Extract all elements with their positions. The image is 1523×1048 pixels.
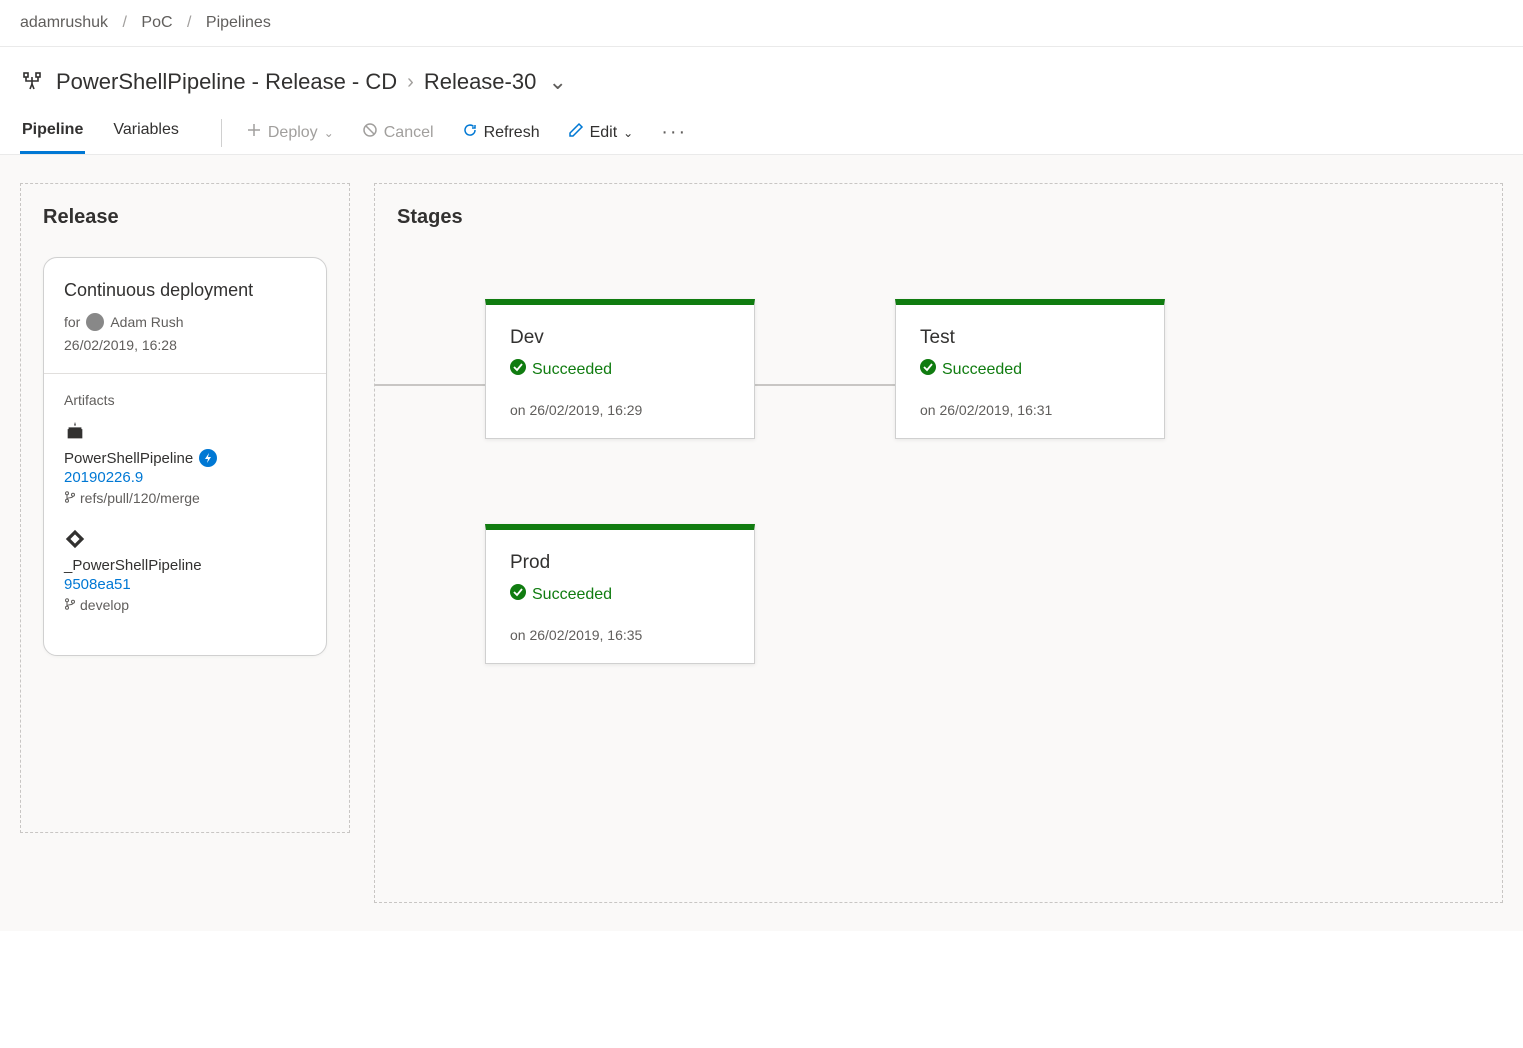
- more-actions-button[interactable]: ···: [651, 115, 697, 150]
- deploy-button[interactable]: Deploy ⌄: [236, 116, 344, 149]
- stage-name: Test: [920, 327, 1140, 349]
- release-creator-name: Adam Rush: [110, 314, 183, 330]
- artifact-name: _PowerShellPipeline: [64, 557, 306, 574]
- artifact-item: _PowerShellPipeline 9508ea51 develop: [64, 528, 306, 613]
- release-created-time: 26/02/2019, 16:28: [64, 337, 306, 353]
- tab-pipeline[interactable]: Pipeline: [20, 111, 85, 154]
- refresh-label: Refresh: [484, 124, 540, 142]
- stage-status: Succeeded: [510, 584, 730, 605]
- edit-icon: [568, 122, 584, 143]
- stage-name: Dev: [510, 327, 730, 349]
- release-panel: Release Continuous deployment for Adam R…: [20, 183, 350, 833]
- release-card[interactable]: Continuous deployment for Adam Rush 26/0…: [43, 257, 327, 656]
- stage-time: on 26/02/2019, 16:31: [920, 402, 1140, 418]
- release-name-dropdown[interactable]: Release-30 ⌄: [424, 69, 567, 95]
- tab-variables[interactable]: Variables: [111, 111, 181, 154]
- stage-card-dev[interactable]: Dev Succeeded on 26/02/2019, 16:29: [485, 299, 755, 439]
- stages-panel: Stages Dev Succeeded on 26/02/2019, 16:2…: [374, 183, 1503, 903]
- avatar: [86, 313, 104, 331]
- artifact-version-link[interactable]: 20190226.9: [64, 469, 306, 486]
- success-icon: [510, 584, 526, 605]
- repo-artifact-icon: [64, 528, 306, 553]
- artifact-version-link[interactable]: 9508ea51: [64, 576, 306, 593]
- edit-label: Edit: [590, 124, 618, 142]
- for-prefix: for: [64, 314, 80, 330]
- stage-status-text: Succeeded: [532, 361, 612, 379]
- cancel-button[interactable]: Cancel: [352, 116, 444, 149]
- artifact-branch: refs/pull/120/merge: [64, 490, 306, 506]
- pipeline-title[interactable]: PowerShellPipeline - Release - CD: [56, 69, 397, 95]
- deploy-label: Deploy: [268, 124, 318, 142]
- lightning-icon: [199, 449, 217, 467]
- build-artifact-icon: [64, 420, 306, 445]
- release-icon: [20, 70, 44, 94]
- title-separator: ›: [407, 71, 414, 94]
- breadcrumb-sep: /: [187, 14, 191, 31]
- artifact-name-text: _PowerShellPipeline: [64, 557, 202, 574]
- stage-name: Prod: [510, 552, 730, 574]
- stage-time: on 26/02/2019, 16:29: [510, 402, 730, 418]
- stages-panel-title: Stages: [397, 206, 1480, 229]
- breadcrumb-item-org[interactable]: adamrushuk: [20, 14, 108, 31]
- edit-button[interactable]: Edit ⌄: [558, 116, 644, 149]
- branch-icon: [64, 597, 76, 613]
- artifact-item: PowerShellPipeline 20190226.9 refs/pull/…: [64, 420, 306, 506]
- stage-status: Succeeded: [510, 359, 730, 380]
- refresh-button[interactable]: Refresh: [452, 116, 550, 149]
- success-icon: [920, 359, 936, 380]
- stage-status-text: Succeeded: [532, 586, 612, 604]
- page-title-row: PowerShellPipeline - Release - CD › Rele…: [0, 47, 1523, 103]
- success-icon: [510, 359, 526, 380]
- breadcrumb-sep: /: [123, 14, 127, 31]
- toolbar-separator: [221, 119, 222, 147]
- breadcrumb-item-project[interactable]: PoC: [141, 14, 172, 31]
- stage-time: on 26/02/2019, 16:35: [510, 627, 730, 643]
- stage-connector: [374, 384, 486, 386]
- breadcrumb-item-section[interactable]: Pipelines: [206, 14, 271, 31]
- pipeline-canvas: Release Continuous deployment for Adam R…: [0, 155, 1523, 931]
- artifact-name: PowerShellPipeline: [64, 449, 306, 467]
- stage-card-test[interactable]: Test Succeeded on 26/02/2019, 16:31: [895, 299, 1165, 439]
- stage-connector: [755, 384, 895, 386]
- stage-status-text: Succeeded: [942, 361, 1022, 379]
- chevron-down-icon: ⌄: [623, 126, 633, 140]
- plus-icon: [246, 122, 262, 143]
- breadcrumb: adamrushuk / PoC / Pipelines: [0, 0, 1523, 47]
- release-creator-line: for Adam Rush: [64, 313, 306, 331]
- artifact-name-text: PowerShellPipeline: [64, 450, 193, 467]
- artifacts-heading: Artifacts: [64, 392, 306, 408]
- stage-card-prod[interactable]: Prod Succeeded on 26/02/2019, 16:35: [485, 524, 755, 664]
- release-panel-title: Release: [43, 206, 327, 229]
- release-trigger-type: Continuous deployment: [64, 280, 306, 301]
- release-name-text: Release-30: [424, 69, 537, 94]
- cancel-label: Cancel: [384, 124, 434, 142]
- divider: [44, 373, 326, 374]
- chevron-down-icon: ⌄: [324, 126, 334, 140]
- branch-icon: [64, 490, 76, 506]
- refresh-icon: [462, 122, 478, 143]
- artifact-branch-text: develop: [80, 597, 129, 613]
- tab-toolbar-row: Pipeline Variables Deploy ⌄ Cancel Refre…: [0, 103, 1523, 155]
- artifact-branch-text: refs/pull/120/merge: [80, 490, 200, 506]
- cancel-icon: [362, 122, 378, 143]
- artifact-branch: develop: [64, 597, 306, 613]
- stage-status: Succeeded: [920, 359, 1140, 380]
- chevron-down-icon: ⌄: [548, 69, 566, 94]
